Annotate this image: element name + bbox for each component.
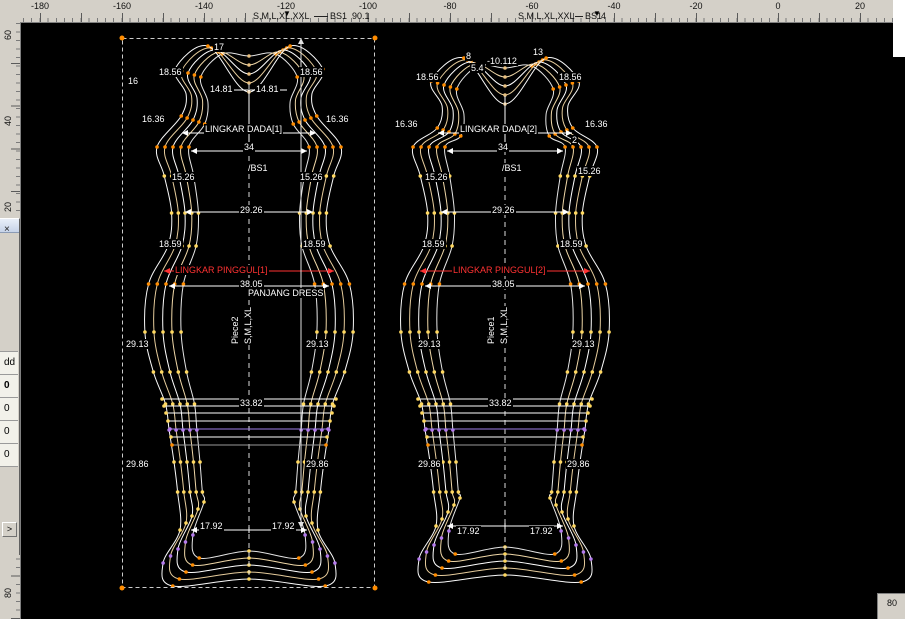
corner-ruler-label: 80 [878, 594, 905, 608]
ruler-label: -20 [689, 1, 702, 11]
piece-header-label: BS1 [585, 11, 602, 21]
desktop-background [893, 0, 905, 57]
ruler-label: -40 [607, 1, 620, 11]
ruler-label: 0 [775, 1, 780, 11]
ruler-label: -100 [359, 1, 377, 11]
close-icon[interactable]: × [4, 224, 10, 236]
piece-header-label: BS1 [330, 11, 347, 21]
piece-header-label: S,M,L,XL,XXL [518, 11, 575, 21]
ruler-label: -160 [113, 1, 131, 11]
pattern-drawing[interactable] [0, 0, 905, 619]
horizontal-ruler: -180-160-140-120-100-80-60-40-20020▼▼S,M… [20, 0, 893, 23]
grid-cell[interactable]: 0 [0, 421, 18, 444]
side-panel-titlebar: × [0, 219, 19, 233]
expand-button[interactable]: > [2, 522, 17, 537]
ruler-label: 20 [855, 1, 865, 11]
ruler-label: -80 [443, 1, 456, 11]
pattern-cad-window: 1714.8114.8118.5618.561616.3616.36LINGKA… [0, 0, 905, 619]
bottom-right-ruler-corner: 80 [877, 593, 905, 619]
grid-cell[interactable]: 0 [0, 444, 18, 467]
piece-header-label: S,M,L,XL,XXL [253, 11, 310, 21]
ruler-label: 40 [3, 113, 13, 129]
ruler-label: 20 [3, 199, 13, 215]
piece-header-label: 90.1 [352, 11, 370, 21]
panel-grid: dd0000 [0, 351, 18, 467]
grid-cell[interactable]: 0 [0, 375, 18, 398]
ruler-label: -180 [31, 1, 49, 11]
piece-header-label: 4 [601, 11, 606, 21]
ruler-corner [0, 0, 21, 23]
piece-header-divider [575, 16, 583, 17]
ruler-label: 80 [3, 585, 13, 601]
side-panel: × dd0000 > [0, 218, 20, 555]
grid-cell[interactable]: 0 [0, 398, 18, 421]
piece-header-divider [314, 16, 328, 17]
grid-cell[interactable]: dd [0, 352, 18, 375]
ruler-label: -140 [195, 1, 213, 11]
pattern-canvas[interactable]: 1714.8114.8118.5618.561616.3616.36LINGKA… [0, 0, 905, 619]
ruler-label: 60 [3, 27, 13, 43]
ruler-label: -60 [525, 1, 538, 11]
